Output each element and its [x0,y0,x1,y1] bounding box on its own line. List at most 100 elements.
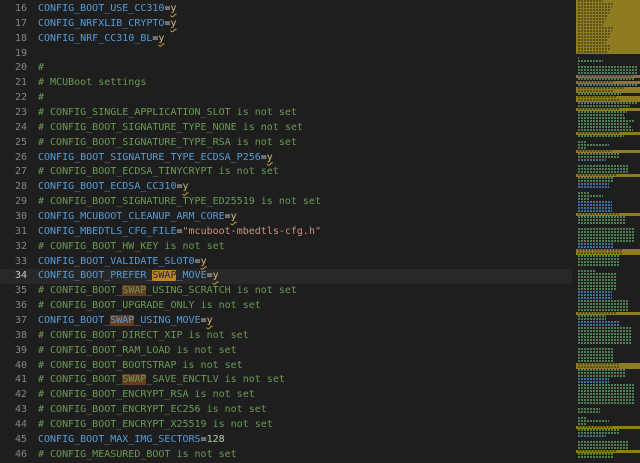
minimap-text-stroke [578,9,610,11]
code-line-text: # [38,61,44,76]
minimap-text-stroke [578,312,617,314]
code-line[interactable]: 29 # CONFIG_BOOT_SIGNATURE_TYPE_ED25519 i… [0,195,572,210]
minimap-text-stroke [578,378,609,380]
line-number[interactable]: 40 [0,359,27,374]
code-line[interactable]: 27 # CONFIG_BOOT_ECDSA_TINYCRYPT is not s… [0,165,572,180]
code-line-text: # MCUBoot settings [38,76,146,91]
code-line[interactable]: 22 # [0,91,572,106]
code-line[interactable]: 18 CONFIG_NRF_CC310_BL=y [0,32,572,47]
minimap-text-stroke [578,105,630,107]
line-number[interactable]: 45 [0,433,27,448]
code-line[interactable]: 33 CONFIG_BOOT_VALIDATE_SLOT0=y [0,255,572,270]
line-number[interactable]: 27 [0,165,27,180]
code-line[interactable]: 46 # CONFIG_MEASURED_BOOT is not set [0,448,572,463]
minimap-text-stroke [578,258,620,260]
line-number[interactable]: 28 [0,180,27,195]
code-line[interactable]: 40 # CONFIG_BOOT_BOOTSTRAP is not set [0,359,572,374]
line-number[interactable]: 35 [0,284,27,299]
line-number[interactable]: 21 [0,76,27,91]
code-line[interactable]: 21 # MCUBoot settings [0,76,572,91]
line-number[interactable]: 25 [0,136,27,151]
line-number[interactable]: 19 [0,47,27,62]
code-line[interactable]: 19 [0,47,572,62]
code-line[interactable]: 25 # CONFIG_BOOT_SIGNATURE_TYPE_RSA is no… [0,136,572,151]
line-number[interactable]: 24 [0,121,27,136]
minimap-text-stroke [578,408,600,410]
code-lines-area[interactable]: 16 CONFIG_BOOT_USE_CC310=y 17 CONFIG_NRFXLI… [0,2,572,463]
code-token: # CONFIG_BOOT_RAM_LOAD is not set [38,344,237,356]
code-token: # CONFIG_BOOT_HW_KEY is not set [38,240,225,252]
minimap-text-stroke [578,342,631,344]
line-number[interactable]: 31 [0,225,27,240]
line-number[interactable]: 20 [0,61,27,76]
config-value: y [212,270,219,282]
line-number[interactable]: 46 [0,448,27,463]
code-editor[interactable]: 16 CONFIG_BOOT_USE_CC310=y 17 CONFIG_NRFXLI… [0,0,640,460]
line-number[interactable]: 32 [0,240,27,255]
code-line[interactable]: 38 # CONFIG_BOOT_DIRECT_XIP is not set [0,329,572,344]
code-line[interactable]: 17 CONFIG_NRFXLIB_CRYPTO=y [0,17,572,32]
line-number[interactable]: 41 [0,373,27,388]
code-line[interactable]: 39 # CONFIG_BOOT_RAM_LOAD is not set [0,344,572,359]
minimap[interactable] [576,0,640,458]
code-line[interactable]: 24 # CONFIG_BOOT_SIGNATURE_TYPE_NONE is n… [0,121,572,136]
code-line[interactable]: 23 # CONFIG_SINGLE_APPLICATION_SLOT is no… [0,106,572,121]
code-token: # CONFIG_BOOT_ENCRYPT_EC256 is not set [38,404,267,416]
minimap-text-stroke [578,366,620,368]
minimap-text-stroke [578,450,617,452]
minimap-text-stroke [578,30,612,32]
code-line[interactable]: 30 CONFIG_MCUBOOT_CLEANUP_ARM_CORE=y [0,210,572,225]
code-line[interactable]: 36 # CONFIG_BOOT_UPGRADE_ONLY is not set [0,299,572,314]
code-line[interactable]: 20 # [0,61,572,76]
code-line[interactable]: 35 # CONFIG_BOOT_SWAP_USING_SCRATCH is no… [0,284,572,299]
line-number[interactable]: 22 [0,91,27,106]
code-line[interactable]: 45 CONFIG_BOOT_MAX_IMG_SECTORS=128 [0,433,572,448]
minimap-text-stroke [578,252,623,254]
code-line-text: # CONFIG_BOOT_BOOTSTRAP is not set [38,359,243,374]
line-number[interactable]: 30 [0,210,27,225]
minimap-text-stroke [578,231,634,233]
code-line-text: CONFIG_MBEDTLS_CFG_FILE="mcuboot-mbedtls… [38,225,321,240]
code-line[interactable]: 43 # CONFIG_BOOT_ENCRYPT_EC256 is not set [0,403,572,418]
code-line-text: CONFIG_NRFXLIB_CRYPTO=y [38,17,177,32]
line-number[interactable]: 29 [0,195,27,210]
line-number[interactable]: 37 [0,314,27,329]
code-line[interactable]: 32 # CONFIG_BOOT_HW_KEY is not set [0,240,572,255]
line-number[interactable]: 38 [0,329,27,344]
line-number[interactable]: 16 [0,2,27,17]
line-number[interactable]: 26 [0,151,27,166]
line-number[interactable]: 42 [0,388,27,403]
minimap-text-stroke [578,300,628,302]
code-line[interactable]: 34 CONFIG_BOOT_PREFER_SWAP_MOVE=y [0,269,572,285]
minimap-text-stroke [578,192,589,194]
minimap-text-stroke [578,159,606,161]
code-line[interactable]: 26 CONFIG_BOOT_SIGNATURE_TYPE_ECDSA_P256=… [0,151,572,166]
code-token: # CONFIG_BOOT_ENCRYPT_X25519 is not set [38,419,273,431]
line-number[interactable]: 43 [0,403,27,418]
minimap-text-stroke [578,321,620,323]
code-line[interactable]: 37 CONFIG_BOOT_SWAP_USING_MOVE=y [0,314,572,329]
code-line[interactable]: 44 # CONFIG_BOOT_ENCRYPT_X25519 is not se… [0,418,572,433]
code-line[interactable]: 28 CONFIG_BOOT_ECDSA_CC310=y [0,180,572,195]
line-number[interactable]: 34 [0,269,27,284]
minimap-text-stroke [578,66,638,68]
minimap-text-stroke [578,234,634,236]
line-number[interactable]: 36 [0,299,27,314]
minimap-text-stroke [578,411,600,413]
code-line[interactable]: 16 CONFIG_BOOT_USE_CC310=y [0,2,572,17]
code-token: CONFIG_BOOT_SIGNATURE_TYPE_ECDSA_P256 [38,151,261,163]
line-number[interactable]: 18 [0,32,27,47]
line-number[interactable]: 23 [0,106,27,121]
code-token: # CONFIG_BOOT_SIGNATURE_TYPE_NONE is not… [38,121,303,133]
minimap-text-stroke [578,150,612,152]
line-number[interactable]: 44 [0,418,27,433]
minimap-text-stroke [578,48,610,50]
line-number[interactable]: 39 [0,344,27,359]
code-line[interactable]: 31 CONFIG_MBEDTLS_CFG_FILE="mcuboot-mbedt… [0,225,572,240]
minimap-text-stroke [578,324,620,326]
line-number[interactable]: 17 [0,17,27,32]
code-line[interactable]: 42 # CONFIG_BOOT_ENCRYPT_RSA is not set [0,388,572,403]
line-number[interactable]: 33 [0,255,27,270]
minimap-text-stroke [578,72,638,74]
code-line[interactable]: 41 # CONFIG_BOOT_SWAP_SAVE_ENCTLV is not … [0,373,572,388]
